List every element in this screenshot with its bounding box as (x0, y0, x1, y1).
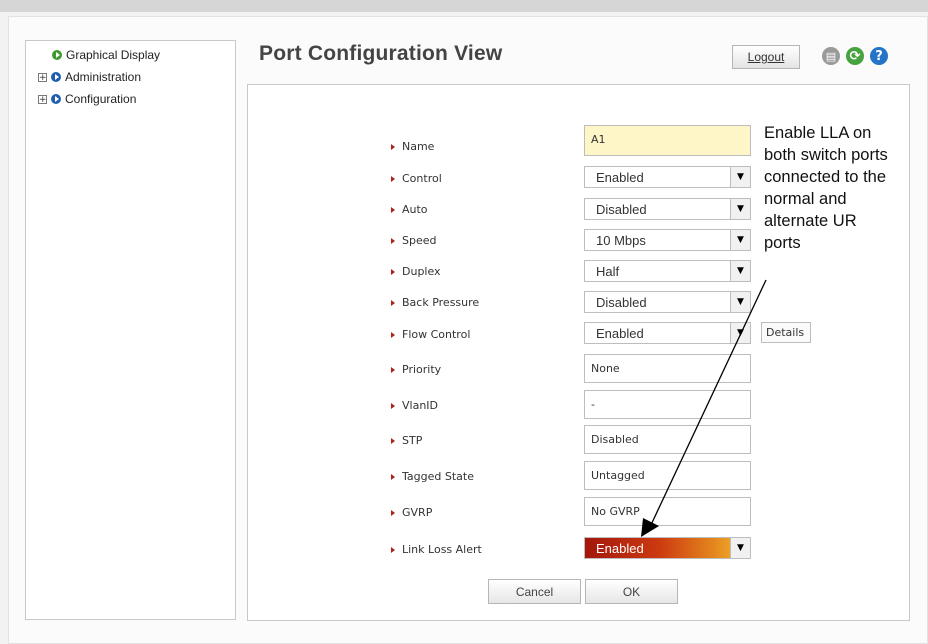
arrowhead-icon (641, 518, 659, 537)
annotation-arrow-line (649, 279, 767, 528)
annotation-arrow (641, 279, 767, 537)
